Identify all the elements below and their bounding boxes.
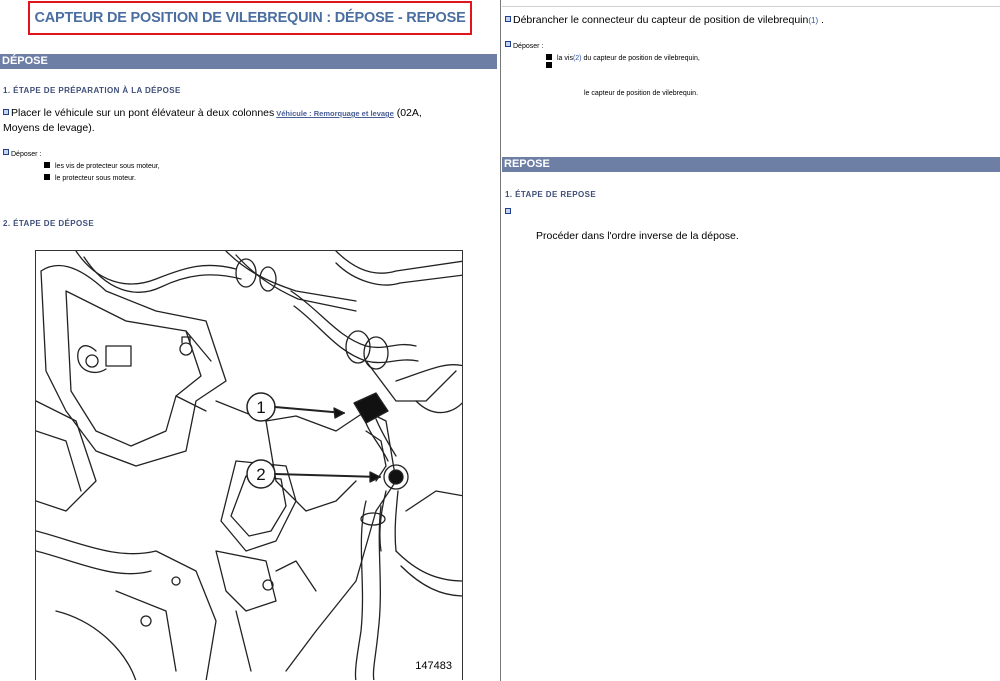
step-preparation-title: 1. ÉTAPE DE PRÉPARATION À LA DÉPOSE bbox=[3, 86, 181, 95]
remove-screw-item: la vis(2) du capteur de position de vile… bbox=[546, 53, 700, 64]
engine-diagram-figure: 1 2 147483 bbox=[35, 250, 463, 680]
remove-sensor-item: le capteur de position de vilebrequin. bbox=[584, 90, 699, 97]
bullet-square-icon bbox=[505, 16, 511, 22]
bullet-black-icon bbox=[546, 54, 552, 60]
remove-label-right: Déposer : bbox=[505, 41, 543, 52]
bullet-square-icon bbox=[505, 208, 511, 214]
disconnect-instruction: Débrancher le connecteur du capteur de p… bbox=[505, 13, 995, 28]
page-title: CAPTEUR DE POSITION DE VILEBREQUIN : DÉP… bbox=[34, 10, 466, 26]
remove-sensor-bullet bbox=[546, 61, 557, 72]
bullet-square-icon bbox=[3, 109, 9, 115]
callout-2: 2 bbox=[256, 465, 265, 484]
left-column: CAPTEUR DE POSITION DE VILEBREQUIN : DÉP… bbox=[0, 0, 500, 681]
step-repose-title: 1. ÉTAPE DE REPOSE bbox=[505, 190, 597, 199]
section-repose: REPOSE bbox=[502, 157, 1000, 172]
bullet-black-icon bbox=[44, 162, 50, 168]
remove-item-1: les vis de protecteur sous moteur, bbox=[44, 161, 160, 172]
bullet-square-icon bbox=[3, 149, 9, 155]
bullet-square-icon bbox=[505, 41, 511, 47]
link-remorquage-levage[interactable]: Véhicule : Remorquage et levage bbox=[276, 109, 394, 118]
engine-diagram: 1 2 bbox=[36, 251, 462, 680]
right-column: Débrancher le connecteur du capteur de p… bbox=[502, 0, 1000, 681]
page-title-box: CAPTEUR DE POSITION DE VILEBREQUIN : DÉP… bbox=[28, 1, 472, 35]
repose-instruction: Procéder dans l'ordre inverse de la dépo… bbox=[536, 230, 739, 242]
callout-1: 1 bbox=[256, 398, 265, 417]
bullet-black-icon bbox=[44, 174, 50, 180]
remove-label-left: Déposer : bbox=[3, 149, 41, 160]
column-divider bbox=[500, 0, 501, 681]
section-depose: DÉPOSE bbox=[0, 54, 497, 69]
remove-item-2: le protecteur sous moteur. bbox=[44, 173, 136, 184]
lift-instruction: Placer le véhicule sur un pont élévateur… bbox=[3, 107, 422, 134]
repose-bullet bbox=[505, 208, 513, 219]
figure-number: 147483 bbox=[415, 660, 452, 672]
bullet-black-icon bbox=[546, 62, 552, 68]
step-depose-title: 2. ÉTAPE DE DÉPOSE bbox=[3, 219, 95, 228]
